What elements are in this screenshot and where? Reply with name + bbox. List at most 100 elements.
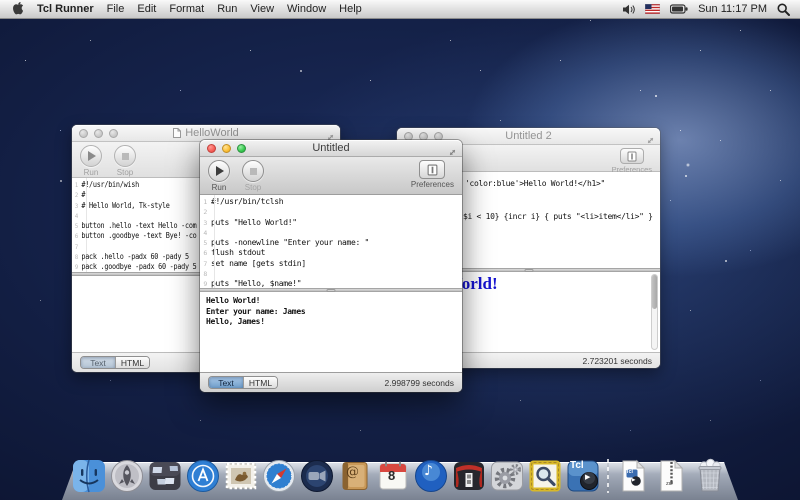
window-title: Untitled [312,142,349,154]
menu-item-file[interactable]: File [107,3,125,15]
menu-bar: Tcl Runner File Edit Format Run View Win… [0,0,800,19]
dock-item-facetime[interactable] [299,457,335,493]
line-number: 8 [72,252,81,262]
close-button[interactable] [207,144,216,153]
dock-item-photo-booth[interactable] [451,457,487,493]
dock-item-ical[interactable]: 8 [375,457,411,493]
code-text: puts "Hello World!" [211,218,297,228]
dock-divider [603,455,613,493]
menu-item-view[interactable]: View [250,3,274,15]
dock-item-tcl-runner[interactable]: Tcl ▶ [565,457,601,493]
line-number: 1 [200,197,211,207]
volume-icon[interactable] [622,4,635,15]
line-number: 9 [200,279,211,288]
toolbar: Run Stop Preferences [200,157,462,195]
facetime-camera-icon [300,459,334,493]
code-line: 7set name [gets stdin] [200,259,462,269]
output-line: Enter your name: James [206,307,462,318]
dock-item-system-preferences[interactable] [489,457,525,493]
code-line: 5puts -nonewline "Enter your name: " [200,238,462,248]
preferences-button[interactable] [620,148,644,164]
line-number: 5 [200,238,211,248]
menu-item-run[interactable]: Run [217,3,237,15]
dock-item-mail[interactable] [223,457,259,493]
dock-item-zip-archive[interactable]: ZIP [653,457,689,493]
line-number: 9 [72,262,81,272]
line-number: 2 [200,207,211,217]
menu-item-format[interactable]: Format [169,3,204,15]
preferences-button[interactable] [419,160,445,179]
app-store-icon [186,459,220,493]
tab-html[interactable]: HTML [243,377,277,388]
code-line: 1#!/usr/bin/tclsh [200,197,462,207]
stop-button[interactable] [242,160,264,182]
code-fragment: 'color:blue'>Hello World!</h1>" [465,179,605,189]
app-menu[interactable]: Tcl Runner [37,3,94,15]
dock-item-magnifier-app[interactable] [527,457,563,493]
line-number: 3 [72,201,81,211]
close-button[interactable] [79,129,88,138]
dock-item-launchpad[interactable] [109,457,145,493]
dock-item-finder[interactable] [71,457,107,493]
menu-item-window[interactable]: Window [287,3,326,15]
line-number: 5 [72,221,81,231]
photo-booth-icon [452,459,486,493]
title-bar[interactable]: Untitled [200,140,462,157]
code-editor[interactable]: 1#!/usr/bin/tclsh23puts "Hello World!"45… [200,195,462,288]
dock-item-mission-control[interactable] [147,457,183,493]
calendar-icon [376,459,410,493]
zoom-button[interactable] [237,144,246,153]
input-source-flag-icon[interactable] [645,4,660,14]
tab-text[interactable]: Text [81,357,115,368]
dock-item-itunes[interactable]: ♪ [413,457,449,493]
tab-html[interactable]: HTML [115,357,149,368]
scrollbar[interactable] [651,274,658,350]
run-button[interactable] [208,160,230,182]
tab-text[interactable]: Text [209,377,243,388]
zip-file-icon [655,459,687,493]
code-text: pack .goodbye -padx 60 -pady 5 [81,262,196,272]
line-number: 6 [72,231,81,241]
dock-item-tcl-document[interactable]: Tcl ▶ [615,457,651,493]
code-line: 6flush stdout [200,248,462,258]
minimize-button[interactable] [94,129,103,138]
launchpad-icon [110,459,144,493]
window-title: Untitled 2 [505,130,551,142]
window-untitled: Untitled Run Stop Preferences 1#!/usr/bi… [200,140,462,392]
dock-item-app-store[interactable] [185,457,221,493]
safari-icon [262,459,296,493]
output-area[interactable]: Hello World!Enter your name: JamesHello,… [200,292,462,372]
code-line: 8 [200,269,462,279]
line-number: 2 [72,190,81,200]
code-text: # Hello World, Tk-style [81,201,169,211]
menu-bar-clock[interactable]: Sun 11:17 PM [698,3,767,15]
dock-item-address-book[interactable]: @ [337,457,373,493]
dock-item-safari[interactable] [261,457,297,493]
code-text: button .hello -text Hello -com [81,221,196,231]
line-number: 7 [200,259,211,269]
line-number: 7 [72,242,81,252]
spotlight-icon[interactable] [777,3,790,16]
mission-control-icon [148,459,182,493]
window-title: HelloWorld [185,127,239,139]
code-text: #!/usr/bin/tclsh [211,197,283,207]
code-text: button .goodbye -text Bye! -co [81,231,196,241]
menu-item-help[interactable]: Help [339,3,362,15]
gears-icon [490,459,524,493]
code-fragment: $i < 10} {incr i} { puts "<li>item</li>"… [463,212,653,222]
stop-button[interactable] [114,145,136,167]
battery-icon[interactable] [670,4,688,14]
run-button[interactable] [80,145,102,167]
document-proxy-icon [173,128,181,138]
menu-item-edit[interactable]: Edit [137,3,156,15]
scrollbar-thumb[interactable] [652,275,657,309]
dock-item-trash[interactable] [691,457,729,493]
stop-icon [122,153,129,160]
tcl-runner-icon [566,459,600,493]
code-text: #!/usr/bin/wish [81,180,139,190]
window-controls [207,144,246,153]
apple-menu-icon[interactable] [12,1,24,18]
minimize-button[interactable] [222,144,231,153]
window-controls [79,129,118,138]
zoom-button[interactable] [109,129,118,138]
